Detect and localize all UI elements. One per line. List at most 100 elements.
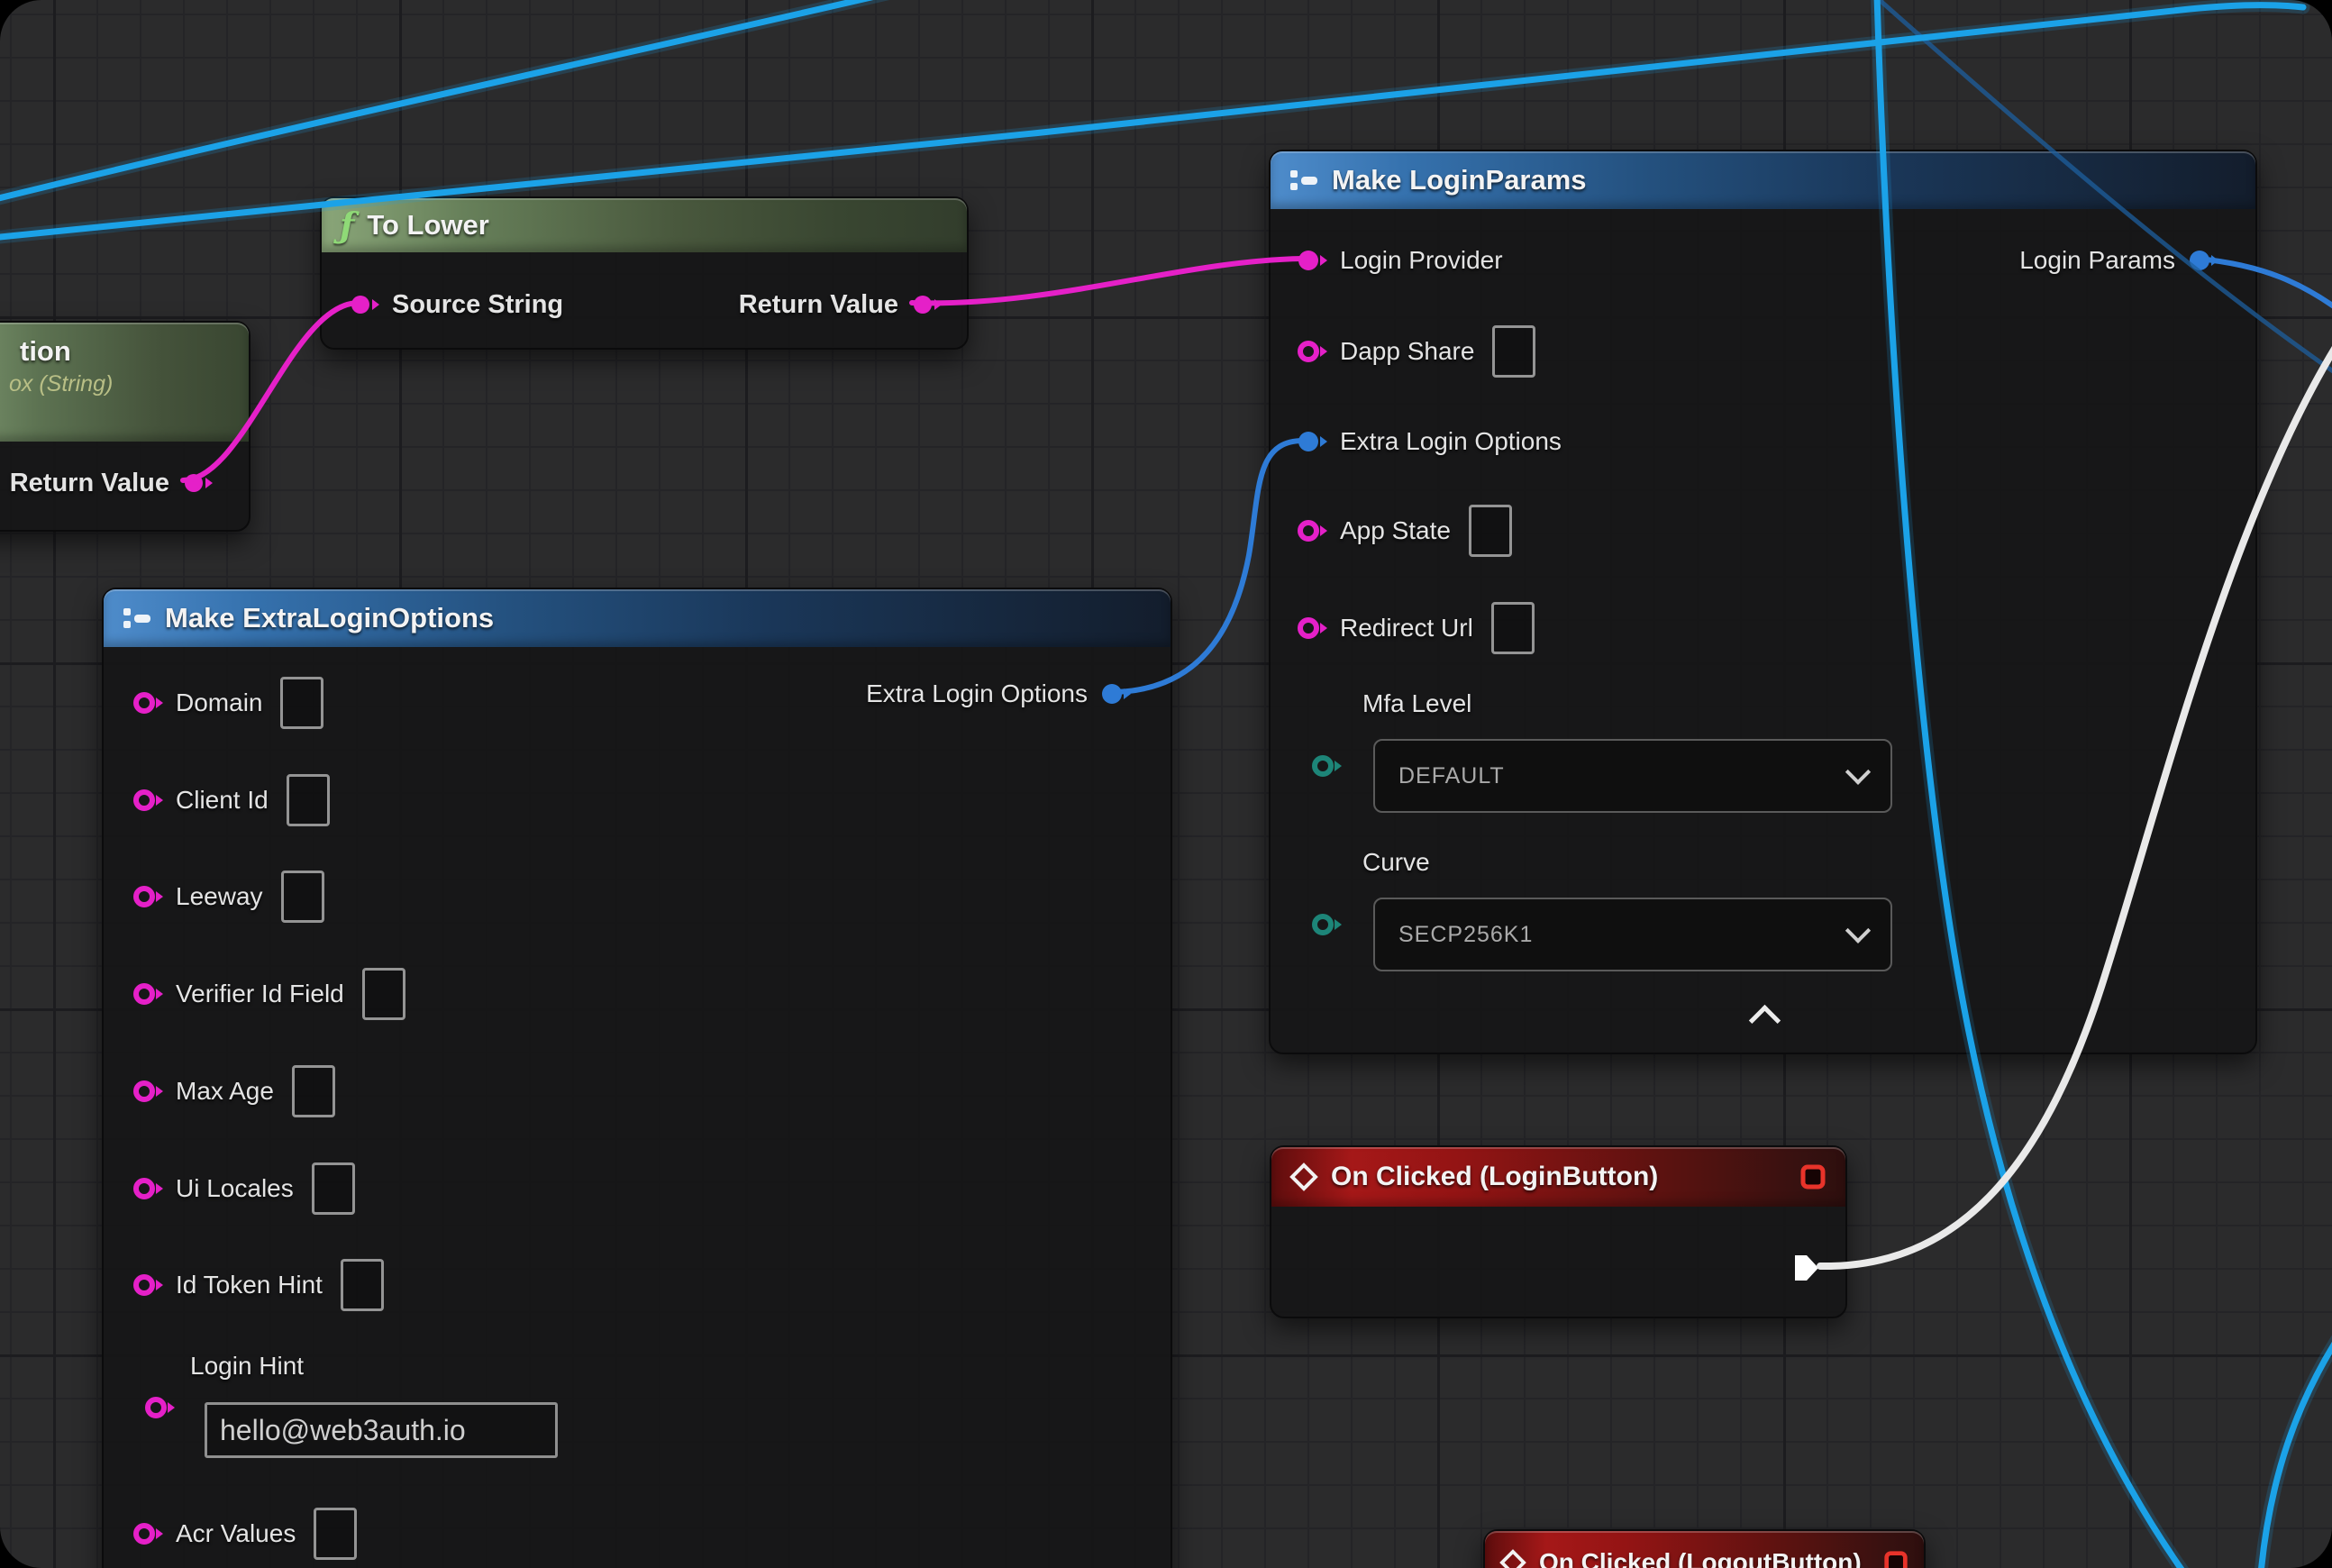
string-input-pin[interactable] <box>132 1272 163 1298</box>
acr-values-text-field[interactable] <box>314 1508 357 1560</box>
pin-label: Return Value <box>10 469 169 498</box>
struct-output-pin[interactable] <box>1100 681 1131 707</box>
node-to-lower[interactable]: ƒ To Lower Source String Return Value <box>320 196 969 350</box>
node-on-clicked-logout-button[interactable]: On Clicked (LogoutButton) <box>1483 1529 1926 1568</box>
pin-label: Domain <box>176 688 262 717</box>
function-icon: ƒ <box>340 208 354 242</box>
string-input-pin[interactable] <box>132 788 163 813</box>
pin-label: Extra Login Options <box>1340 427 1562 456</box>
pin-label: Return Value <box>739 290 898 320</box>
pin-row-source-string: Source String <box>349 279 563 330</box>
redirect-url-text-field[interactable] <box>1491 602 1535 654</box>
pin-row-return-value: Return Value <box>739 279 942 330</box>
string-input-pin[interactable] <box>1297 518 1327 543</box>
pin-row-redirect-url: Redirect Url <box>1297 603 1535 653</box>
domain-text-field[interactable] <box>280 677 323 729</box>
node-make-login-params-header[interactable]: Make LoginParams <box>1271 151 2255 209</box>
node-title: tion <box>0 335 71 368</box>
curve-dropdown[interactable]: SECP256K1 <box>1373 898 1892 971</box>
delegate-pin[interactable] <box>1882 1549 1909 1568</box>
enum-input-pin[interactable] <box>1311 912 1342 937</box>
pin-label: Ui Locales <box>176 1174 294 1203</box>
pin-row-leeway: Leeway <box>132 871 324 922</box>
event-diamond-icon <box>1289 1162 1318 1191</box>
node-subtitle: ox (String) <box>0 371 113 397</box>
node-title: Make LoginParams <box>1332 164 1587 196</box>
string-output-pin[interactable] <box>182 470 213 496</box>
node-to-lower-header[interactable]: ƒ To Lower <box>322 198 967 252</box>
curve-label: Curve <box>1362 848 1430 877</box>
node-make-extra-login-options-header[interactable]: Make ExtraLoginOptions <box>104 589 1171 647</box>
node-make-extra-login-options[interactable]: Make ExtraLoginOptions Domain Client Id … <box>102 588 1172 1568</box>
string-input-pin[interactable] <box>132 1079 163 1104</box>
pin-label: Source String <box>392 290 563 320</box>
node-on-clicked-login-header[interactable]: On Clicked (LoginButton) <box>1271 1147 1845 1207</box>
mfa-level-dropdown[interactable]: DEFAULT <box>1373 739 1892 813</box>
collapse-node-caret[interactable] <box>1749 1005 1781 1036</box>
pin-row-domain: Domain <box>132 678 323 728</box>
mfa-level-value: DEFAULT <box>1398 763 1505 789</box>
make-struct-icon <box>122 607 152 629</box>
string-input-pin[interactable] <box>1297 248 1327 273</box>
string-input-pin[interactable] <box>1297 615 1327 641</box>
node-title: Make ExtraLoginOptions <box>165 602 494 634</box>
string-output-pin[interactable] <box>911 292 942 317</box>
pin-row-login-provider: Login Provider <box>1297 235 1503 286</box>
pin-row-extra-login-options-out: Extra Login Options <box>866 669 1131 719</box>
string-input-pin[interactable] <box>132 1521 163 1546</box>
string-input-pin[interactable] <box>132 884 163 909</box>
pin-row-acr-values: Acr Values <box>132 1509 357 1559</box>
struct-input-pin[interactable] <box>1297 429 1327 454</box>
pin-label: Leeway <box>176 882 263 911</box>
ui-locales-text-field[interactable] <box>312 1162 355 1215</box>
verifier-id-text-field[interactable] <box>362 968 405 1020</box>
node-title: On Clicked (LogoutButton) <box>1539 1548 1862 1568</box>
node-on-clicked-logout-header[interactable]: On Clicked (LogoutButton) <box>1485 1531 1924 1568</box>
dapp-share-text-field[interactable] <box>1492 325 1535 378</box>
pin-row-dapp-share: Dapp Share <box>1297 326 1535 377</box>
node-get-text-partial[interactable]: tion ox (String) Return Value <box>0 321 251 532</box>
pin-label: Acr Values <box>176 1519 296 1548</box>
curve-value: SECP256K1 <box>1398 922 1533 948</box>
app-state-text-field[interactable] <box>1469 505 1512 557</box>
pin-row-app-state: App State <box>1297 506 1512 556</box>
exec-output-pin[interactable] <box>1792 1253 1821 1283</box>
struct-output-pin[interactable] <box>2188 248 2218 273</box>
make-struct-icon <box>1289 169 1319 191</box>
id-token-hint-text-field[interactable] <box>341 1259 384 1311</box>
pin-label: Redirect Url <box>1340 614 1473 643</box>
pin-row-extra-login-options-in: Extra Login Options <box>1297 416 1562 467</box>
pin-row-return-value: Return Value <box>10 458 213 508</box>
node-get-text-header[interactable]: tion ox (String) <box>0 323 249 442</box>
pin-label: Verifier Id Field <box>176 980 344 1008</box>
chevron-down-icon <box>1845 760 1871 785</box>
string-input-pin[interactable] <box>1297 339 1327 364</box>
pin-label: App State <box>1340 516 1451 545</box>
node-title: On Clicked (LoginButton) <box>1331 1162 1658 1192</box>
pin-row-max-age: Max Age <box>132 1066 335 1117</box>
pin-row-login-params-out: Login Params <box>2019 235 2218 286</box>
login-hint-input[interactable] <box>205 1402 558 1458</box>
string-input-pin[interactable] <box>132 690 163 716</box>
leeway-text-field[interactable] <box>281 871 324 923</box>
blueprint-graph-canvas[interactable]: tion ox (String) Return Value ƒ To Lower… <box>0 0 2332 1568</box>
event-diamond-icon <box>1499 1549 1526 1568</box>
node-on-clicked-login-button[interactable]: On Clicked (LoginButton) <box>1270 1145 1847 1318</box>
login-hint-label: Login Hint <box>190 1352 304 1381</box>
max-age-text-field[interactable] <box>292 1065 335 1117</box>
client-id-text-field[interactable] <box>287 774 330 826</box>
enum-input-pin[interactable] <box>1311 753 1342 779</box>
node-make-login-params[interactable]: Make LoginParams Login Provider Login Pa… <box>1269 150 2257 1054</box>
pin-row-id-token-hint: Id Token Hint <box>132 1260 384 1310</box>
string-input-pin[interactable] <box>144 1395 175 1420</box>
delegate-pin[interactable] <box>1799 1162 1827 1191</box>
pin-label: Dapp Share <box>1340 337 1474 366</box>
pin-label: Login Provider <box>1340 246 1503 275</box>
string-input-pin[interactable] <box>349 292 379 317</box>
pin-label: Id Token Hint <box>176 1271 323 1299</box>
string-input-pin[interactable] <box>132 1176 163 1201</box>
pin-label: Login Params <box>2019 246 2175 275</box>
pin-label: Client Id <box>176 786 269 815</box>
pin-row-ui-locales: Ui Locales <box>132 1163 355 1214</box>
string-input-pin[interactable] <box>132 981 163 1007</box>
